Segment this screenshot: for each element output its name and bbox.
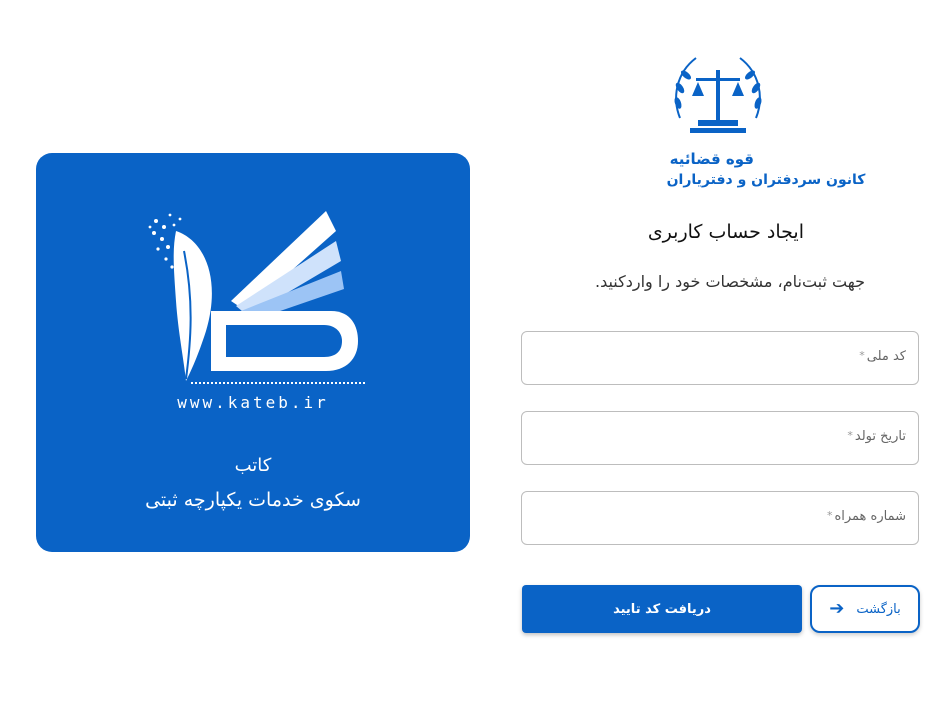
page-title: ایجاد حساب کاربری xyxy=(647,221,804,243)
brand-name: کاتب xyxy=(234,455,272,476)
national-code-field[interactable]: کد ملی* xyxy=(521,331,919,385)
birth-date-placeholder: تاریخ تولد* xyxy=(847,429,906,444)
org-name: قوه قضائیه xyxy=(669,150,754,168)
brand-card: www.kateb.ir کاتب سکوی خدمات یکپارچه ثبت… xyxy=(36,153,470,552)
national-code-placeholder: کد ملی* xyxy=(859,349,906,364)
get-verification-code-button[interactable]: دریافت کد تایید xyxy=(522,585,802,633)
page-subtitle: جهت ثبت‌نام، مشخصات خود را واردکنید. xyxy=(594,272,865,291)
back-button[interactable]: بازگشت ➔ xyxy=(810,585,920,633)
kateb-logo-icon xyxy=(148,211,366,384)
org-subname: کانون سردفتران و دفتریاران xyxy=(666,172,866,188)
brand-url: www.kateb.ir xyxy=(177,393,329,412)
arrow-right-icon: ➔ xyxy=(829,598,845,619)
mobile-number-field[interactable]: شماره همراه* xyxy=(521,491,919,545)
back-button-label: بازگشت xyxy=(856,601,901,617)
registration-form: قوه قضائیه کانون سردفتران و دفتریاران ای… xyxy=(520,0,922,706)
birth-date-field[interactable]: تاریخ تولد* xyxy=(521,411,919,465)
brand-tagline: سکوی خدمات یکپارچه ثبتی xyxy=(145,489,361,511)
scales-of-justice-emblem xyxy=(674,57,762,133)
mobile-number-placeholder: شماره همراه* xyxy=(826,509,906,524)
